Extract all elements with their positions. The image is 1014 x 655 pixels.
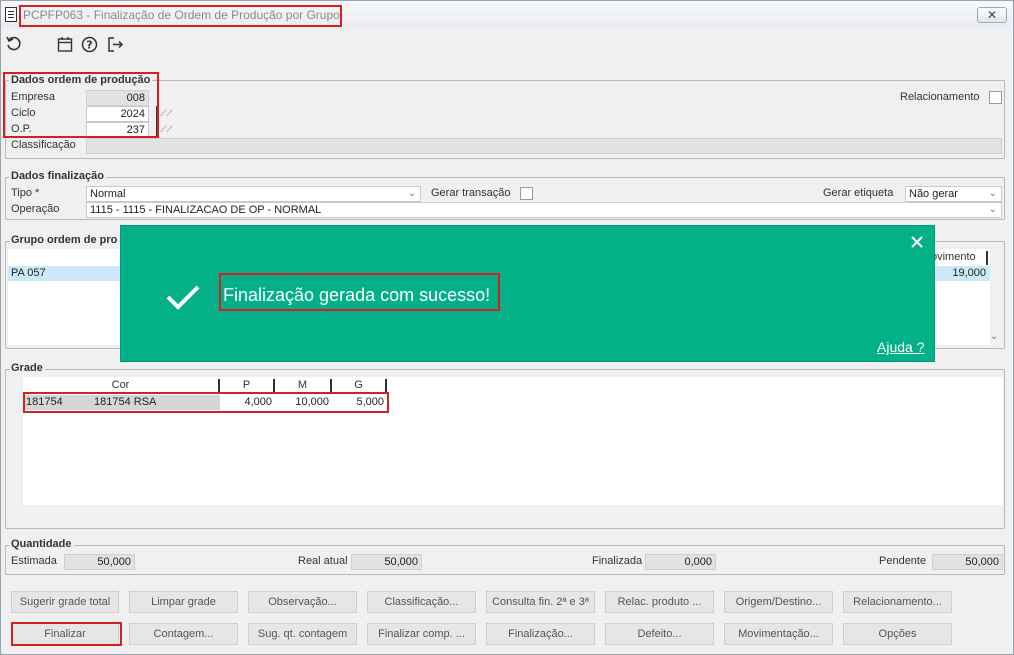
relacionamento-label: Relacionamento [900,91,980,103]
defeito-button[interactable]: Defeito... [605,623,714,645]
tipo-label: Tipo * [11,187,40,199]
movimentacao-button[interactable]: Movimentação... [724,623,833,645]
col-p-header: P [220,379,275,393]
grupo-ordem-title: Grupo ordem de pro [9,234,120,246]
checkmark-icon [166,285,200,310]
sugerir-grade-total-button[interactable]: Sugerir grade total [11,591,119,613]
chevron-down-icon: ⌄ [988,188,997,199]
success-toast: Finalização gerada com sucesso! Ajuda ? [120,225,935,362]
pendente-field: 50,000 [932,554,1003,570]
ciclo-lookup-icon[interactable]: ⟋⟋ [156,106,176,122]
quantidade-title: Quantidade [9,538,74,550]
operacao-select[interactable]: 1115 - 1115 - FINALIZACAO DE OP - NORMAL… [86,202,1002,218]
refresh-icon[interactable] [5,35,23,53]
op-lookup-icon[interactable]: ⟋⟋ [156,122,176,138]
classificacao-field [86,138,1002,154]
operacao-label: Operação [11,203,60,215]
svg-text:?: ? [86,39,92,52]
row-movimento-cell: 19,000 [952,267,986,279]
main-window: PCPFP063 - Finalização de Ordem de Produ… [0,0,1014,655]
app-document-icon [5,7,17,22]
title-highlight [19,5,342,27]
opcoes-button[interactable]: Opções [843,623,952,645]
tipo-select-value: Normal [90,188,126,200]
sug-qt-contagem-button[interactable]: Sug. qt. contagem [248,623,357,645]
estimada-label: Estimada [11,555,57,567]
exit-icon[interactable] [107,36,124,53]
classificacao-label: Classificação [11,139,76,151]
gerar-etiqueta-label: Gerar etiqueta [823,187,894,199]
col-cor-header: Cor [23,379,220,393]
finalizacao-button[interactable]: Finalização... [486,623,595,645]
help-icon[interactable]: ? [81,36,98,53]
calendar-icon[interactable] [57,36,73,52]
relacionamento-checkbox[interactable] [989,91,1002,104]
dados-ordem-highlight [3,72,159,138]
origem-destino-button[interactable]: Origem/Destino... [724,591,833,613]
pendente-label: Pendente [879,555,927,567]
observacao-button[interactable]: Observação... [248,591,357,613]
grade-title: Grade [9,362,45,374]
gerar-transacao-label: Gerar transação [431,187,511,199]
gerar-etiqueta-value: Não gerar [909,188,958,200]
relac-produto-button[interactable]: Relac. produto ... [605,591,714,613]
consulta-fin-button[interactable]: Consulta fin. 2ª e 3ª [486,591,595,613]
finalizar-highlight [11,622,122,646]
real-atual-field: 50,000 [351,554,422,570]
relacionamento-button[interactable]: Relacionamento... [843,591,952,613]
chevron-down-icon: ⌄ [988,204,997,215]
col-movimento-header: ovimento [931,251,988,265]
row-name-cell: PA 057 [11,267,46,279]
real-atual-label: Real atual [298,555,348,567]
col-m-header: M [275,379,332,393]
gerar-etiqueta-select[interactable]: Não gerar ⌄ [905,186,1002,202]
finalizada-field: 0,000 [645,554,716,570]
title-bar: PCPFP063 - Finalização de Ordem de Produ… [1,1,1013,29]
limpar-grade-button[interactable]: Limpar grade [129,591,238,613]
gerar-transacao-checkbox[interactable] [520,187,533,200]
operacao-value: 1115 - 1115 - FINALIZACAO DE OP - NORMAL [90,204,322,216]
grade-row-highlight [23,392,389,413]
help-link[interactable]: Ajuda ? [877,339,924,355]
finalizar-comp-button[interactable]: Finalizar comp. ... [367,623,476,645]
classificacao-button[interactable]: Classificação... [367,591,476,613]
col-g-header: G [332,379,387,393]
dados-finalizacao-title: Dados finalização [9,170,106,182]
contagem-button[interactable]: Contagem... [129,623,238,645]
toast-message-highlight [219,273,500,311]
tipo-select[interactable]: Normal ⌄ [86,186,421,202]
quantidade-group [5,545,1005,575]
estimada-field: 50,000 [64,554,135,570]
chevron-down-icon: ⌄ [407,188,416,199]
scroll-down-icon[interactable]: ⌄ [990,331,998,342]
close-icon[interactable] [910,235,924,249]
finalizada-label: Finalizada [592,555,643,567]
window-close-button[interactable]: ✕ [977,7,1007,23]
